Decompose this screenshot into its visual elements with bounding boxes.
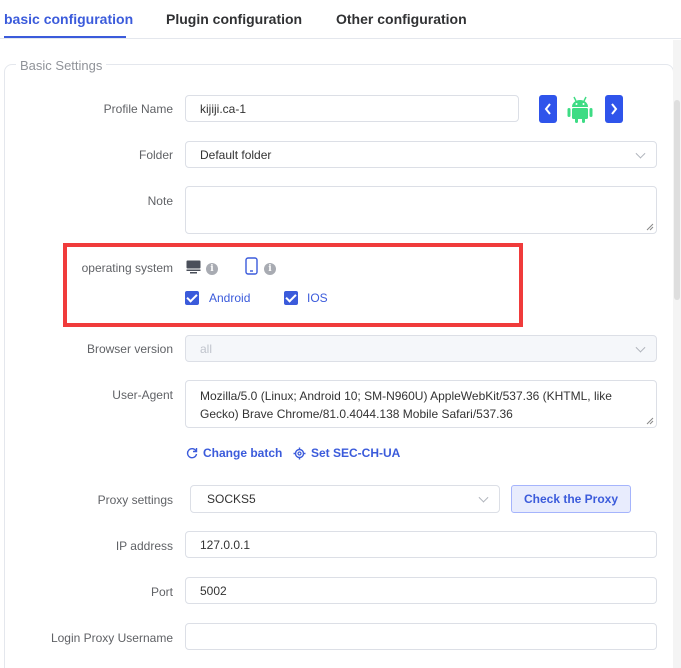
note-label: Note xyxy=(147,194,173,208)
tab-plugin-configuration[interactable]: Plugin configuration xyxy=(166,11,302,27)
resize-handle-icon[interactable] xyxy=(646,417,654,425)
resize-handle-icon[interactable] xyxy=(646,223,654,231)
mobile-icon[interactable] xyxy=(245,257,259,275)
set-sec-ch-ua-label: Set SEC-CH-UA xyxy=(311,446,401,460)
note-textarea[interactable] xyxy=(185,186,657,234)
ios-checkbox-label[interactable]: IOS xyxy=(307,291,328,305)
profile-name-value: kijiji.ca-1 xyxy=(200,101,247,116)
scrollbar-track[interactable] xyxy=(673,40,681,668)
scrollbar-thumb[interactable] xyxy=(674,100,680,300)
operating-system-label: operating system xyxy=(81,261,173,275)
info-icon[interactable]: i xyxy=(206,263,218,275)
operating-system-highlight xyxy=(63,243,523,327)
active-tab-indicator xyxy=(4,36,126,38)
check-proxy-button[interactable]: Check the Proxy xyxy=(511,485,631,513)
android-icon xyxy=(566,94,594,124)
user-agent-textarea[interactable]: Mozilla/5.0 (Linux; Android 10; SM-N960U… xyxy=(185,380,657,428)
login-proxy-username-input[interactable] xyxy=(185,623,657,650)
login-proxy-username-label: Login Proxy Username xyxy=(50,631,173,645)
proxy-type-select[interactable]: SOCKS5 xyxy=(190,485,500,513)
tab-other-configuration[interactable]: Other configuration xyxy=(336,11,467,27)
tab-basic-configuration[interactable]: basic configuration xyxy=(4,11,133,27)
folder-label: Folder xyxy=(138,148,173,162)
folder-value: Default folder xyxy=(200,147,272,162)
section-title: Basic Settings xyxy=(16,58,107,73)
proxy-settings-label: Proxy settings xyxy=(97,493,173,507)
port-value: 5002 xyxy=(200,583,227,598)
chevron-down-icon xyxy=(478,492,489,503)
user-agent-label: User-Agent xyxy=(112,388,173,402)
info-icon[interactable]: i xyxy=(264,263,276,275)
chevron-left-icon xyxy=(544,103,551,115)
user-agent-value: Mozilla/5.0 (Linux; Android 10; SM-N960U… xyxy=(200,389,612,421)
android-checkbox-label[interactable]: Android xyxy=(209,291,250,305)
profile-name-input[interactable]: kijiji.ca-1 xyxy=(185,95,519,122)
set-sec-ch-ua-link[interactable]: Set SEC-CH-UA xyxy=(293,446,400,460)
chevron-down-icon xyxy=(635,342,646,353)
change-batch-link[interactable]: Change batch xyxy=(186,446,282,460)
ip-address-input[interactable]: 127.0.0.1 xyxy=(185,531,657,558)
port-input[interactable]: 5002 xyxy=(185,577,657,604)
tab-bar: basic configuration Plugin configuration… xyxy=(0,0,681,39)
change-batch-label: Change batch xyxy=(203,446,283,460)
port-label: Port xyxy=(150,585,173,599)
chevron-down-icon xyxy=(635,148,646,159)
proxy-type-value: SOCKS5 xyxy=(207,492,256,506)
browser-version-label: Browser version xyxy=(86,342,173,356)
refresh-icon xyxy=(186,448,198,459)
browser-version-select[interactable]: all xyxy=(185,335,657,362)
desktop-icon[interactable] xyxy=(186,260,202,274)
gear-icon xyxy=(293,447,306,459)
ip-address-label: IP address xyxy=(115,539,173,553)
previous-button[interactable] xyxy=(539,95,557,123)
browser-version-placeholder: all xyxy=(200,341,213,356)
profile-name-label: Profile Name xyxy=(103,102,173,116)
chevron-right-icon xyxy=(611,103,618,115)
ip-address-value: 127.0.0.1 xyxy=(200,537,251,552)
next-button[interactable] xyxy=(605,95,623,123)
android-checkbox[interactable] xyxy=(185,291,199,305)
ios-checkbox[interactable] xyxy=(284,291,298,305)
folder-select[interactable]: Default folder xyxy=(185,141,657,168)
